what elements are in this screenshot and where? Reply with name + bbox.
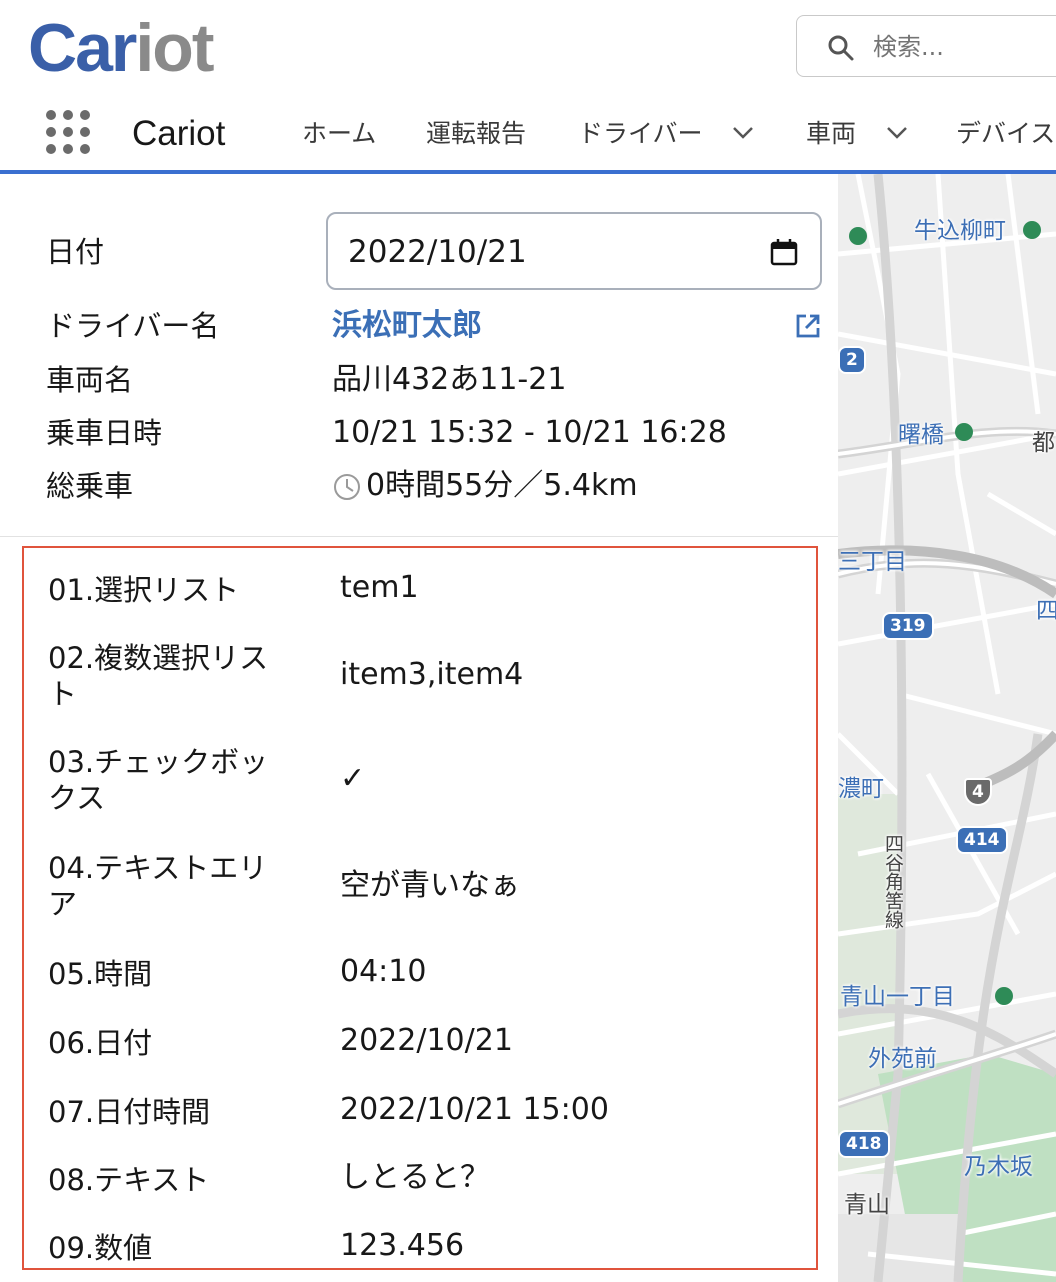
total-ride-value: 0時間55分／5.4km (366, 468, 638, 503)
nav-tab-devices[interactable]: デバイス (956, 116, 1055, 152)
field-label: 07.日付時間 (48, 1095, 211, 1129)
vehicle-label: 車両名 (46, 363, 134, 397)
map-label: 青山一丁目 (840, 984, 955, 1010)
map-label: 青山 (844, 1192, 890, 1218)
field-value: しとると？ (340, 1160, 490, 1195)
nav-tab-drive-reports[interactable]: 運転報告 (426, 116, 526, 152)
route-shield: 414 (956, 826, 1008, 854)
route-shield: 4 (964, 778, 992, 806)
map-label: 四 (1036, 598, 1056, 624)
field-value: 123.456 (340, 1228, 465, 1263)
field-label: 09.数値 (48, 1231, 153, 1265)
chevron-down-icon[interactable] (886, 126, 908, 140)
field-label: 05.時間 (48, 957, 153, 991)
external-link-icon[interactable] (794, 312, 822, 340)
drive-detail-panel: 日付 2022/10/21 ドライバー名 浜松町太郎 車両名 品川432あ11-… (0, 174, 838, 1282)
app-launcher-icon[interactable] (46, 110, 90, 154)
cariot-logo[interactable]: Cariot (28, 8, 214, 88)
map-label: 都 (1032, 430, 1055, 456)
search-icon (828, 35, 854, 61)
field-label: 04.テキストエリア (48, 851, 268, 921)
navigation-bar: Cariot ホーム 運転報告 ドライバー 車両 デバイス (0, 98, 1056, 174)
nav-tab-vehicles[interactable]: 車両 (806, 116, 856, 152)
field-value: 空が青いなぁ (340, 868, 520, 903)
ride-time-value: 10/21 15:32 - 10/21 16:28 (332, 415, 727, 450)
route-shield: 2 (838, 346, 866, 374)
total-ride-label: 総乗車 (46, 469, 134, 503)
date-label: 日付 (46, 235, 105, 269)
vehicle-value: 品川432あ11-21 (332, 362, 567, 397)
nav-tab-home[interactable]: ホーム (302, 116, 376, 152)
checkbox-checked-icon: ✓ (340, 761, 366, 796)
map-label: 三丁目 (838, 549, 907, 575)
field-label: 08.テキスト (48, 1163, 210, 1197)
field-value: 2022/10/21 (340, 1023, 513, 1058)
date-input-value: 2022/10/21 (348, 234, 527, 270)
clock-icon (334, 474, 360, 500)
map-label: 曙橋 (898, 422, 944, 448)
logo-text-2: iot (135, 10, 214, 86)
field-value: 04:10 (340, 954, 427, 989)
chevron-down-icon[interactable] (732, 126, 754, 140)
route-shield: 319 (882, 612, 934, 640)
map-label: 牛込柳町 (914, 218, 1006, 244)
search-placeholder: 検索... (873, 33, 944, 61)
nav-tab-drivers[interactable]: ドライバー (578, 116, 703, 152)
logo-text-1: Car (28, 10, 137, 86)
map-label: 四谷角筈線 (882, 834, 904, 929)
calendar-icon[interactable] (770, 238, 798, 266)
map-label: 乃木坂 (964, 1154, 1033, 1180)
map-label: 外苑前 (868, 1046, 937, 1072)
custom-fields-section: 01.選択リスト tem1 02.複数選択リスト item3,item4 03.… (22, 546, 818, 1270)
top-bar: Cariot 検索... (0, 0, 1056, 98)
map-background (838, 174, 1056, 1282)
date-picker-input[interactable]: 2022/10/21 (326, 212, 822, 290)
field-value: 2022/10/21 15:00 (340, 1092, 609, 1127)
driver-label: ドライバー名 (46, 309, 220, 343)
ride-time-label: 乗車日時 (46, 416, 163, 450)
field-label: 01.選択リスト (48, 573, 240, 607)
field-label: 06.日付 (48, 1026, 153, 1060)
app-name: Cariot (132, 114, 226, 153)
global-search-input[interactable]: 検索... (796, 15, 1056, 77)
route-map[interactable]: 牛込柳町 曙橋 都 三丁目 四 濃町 四谷角筈線 青山一丁目 外苑前 乃木坂 青… (838, 174, 1056, 1282)
field-label: 03.チェックボックス (48, 745, 269, 815)
map-label: 濃町 (838, 776, 884, 802)
driver-name-link[interactable]: 浜松町太郎 (332, 306, 482, 346)
route-shield: 418 (838, 1130, 890, 1158)
field-label: 02.複数選択リスト (48, 641, 269, 711)
field-value: item3,item4 (340, 657, 524, 692)
field-value: tem1 (340, 570, 419, 605)
section-divider (0, 536, 838, 537)
